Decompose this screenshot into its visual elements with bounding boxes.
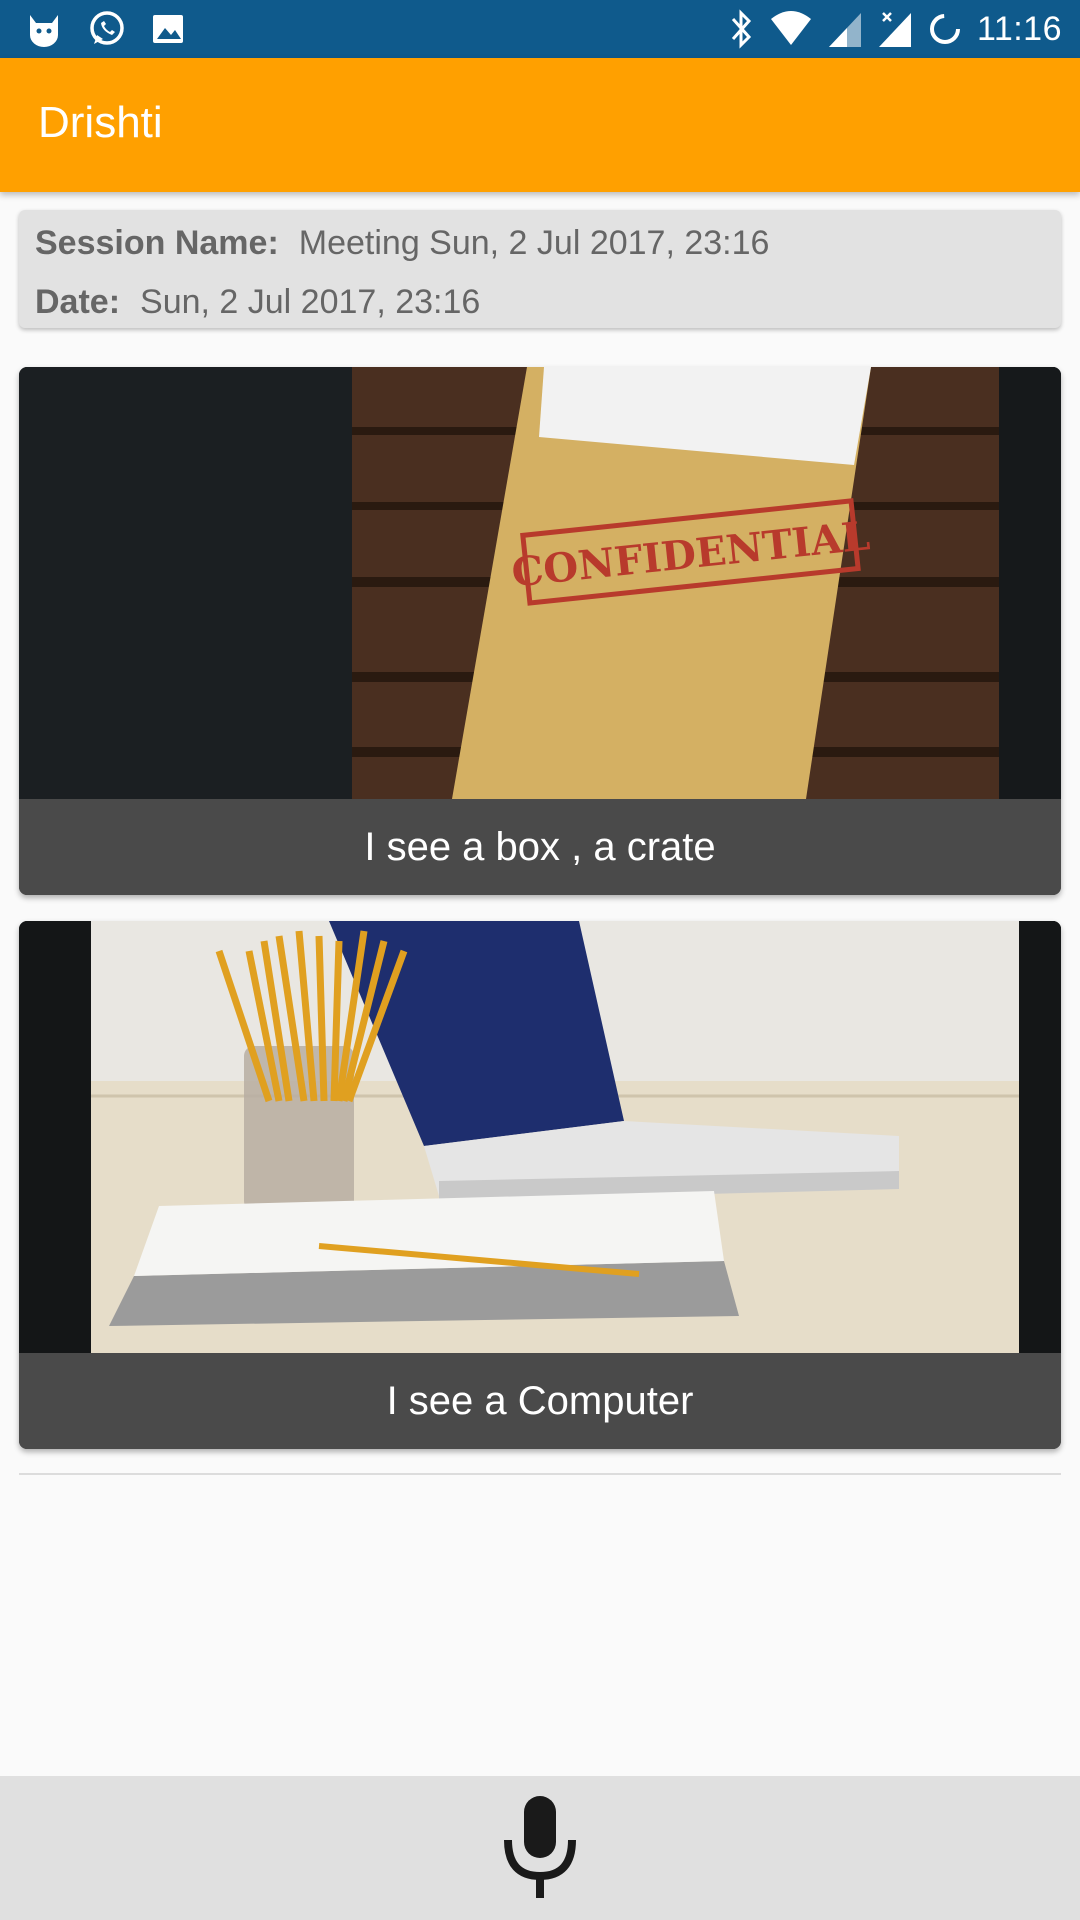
wifi-icon	[770, 11, 811, 45]
signal-icon	[828, 13, 861, 47]
bluetooth-icon	[731, 9, 751, 49]
gallery-icon	[153, 15, 183, 43]
clock: 11:16	[976, 10, 1062, 48]
app-bar: Drishti	[0, 58, 1080, 192]
result-card[interactable]: CONFIDENTIAL I see a box , a crate	[19, 367, 1061, 895]
session-name-label: Session Name:	[35, 224, 279, 262]
session-name-row: Session Name: Meeting Sun, 2 Jul 2017, 23…	[35, 224, 769, 263]
session-date-label: Date:	[35, 283, 121, 321]
cat-app-icon	[30, 15, 58, 47]
notification-icons	[24, 8, 186, 50]
captured-photo	[19, 921, 1061, 1353]
result-card[interactable]: I see a Computer	[19, 921, 1061, 1449]
signal-x-icon	[878, 12, 911, 47]
session-info-card: Session Name: Meeting Sun, 2 Jul 2017, 23…	[19, 210, 1061, 328]
status-bar: 11:16	[0, 0, 1080, 58]
list-divider	[19, 1473, 1061, 1475]
system-icons: 11:16	[727, 6, 1062, 52]
card-caption: I see a box , a crate	[19, 799, 1061, 895]
card-caption: I see a Computer	[19, 1353, 1061, 1449]
sync-icon	[929, 14, 960, 44]
session-date-value: Sun, 2 Jul 2017, 23:16	[140, 283, 481, 321]
bottom-bar	[0, 1776, 1080, 1920]
app-title: Drishti	[38, 98, 163, 147]
session-date-row: Date: Sun, 2 Jul 2017, 23:16	[35, 283, 480, 322]
microphone-icon[interactable]	[500, 1792, 580, 1902]
session-name-value: Meeting Sun, 2 Jul 2017, 23:16	[298, 224, 770, 262]
whatsapp-icon	[90, 11, 124, 45]
captured-photo: CONFIDENTIAL	[19, 367, 1061, 799]
